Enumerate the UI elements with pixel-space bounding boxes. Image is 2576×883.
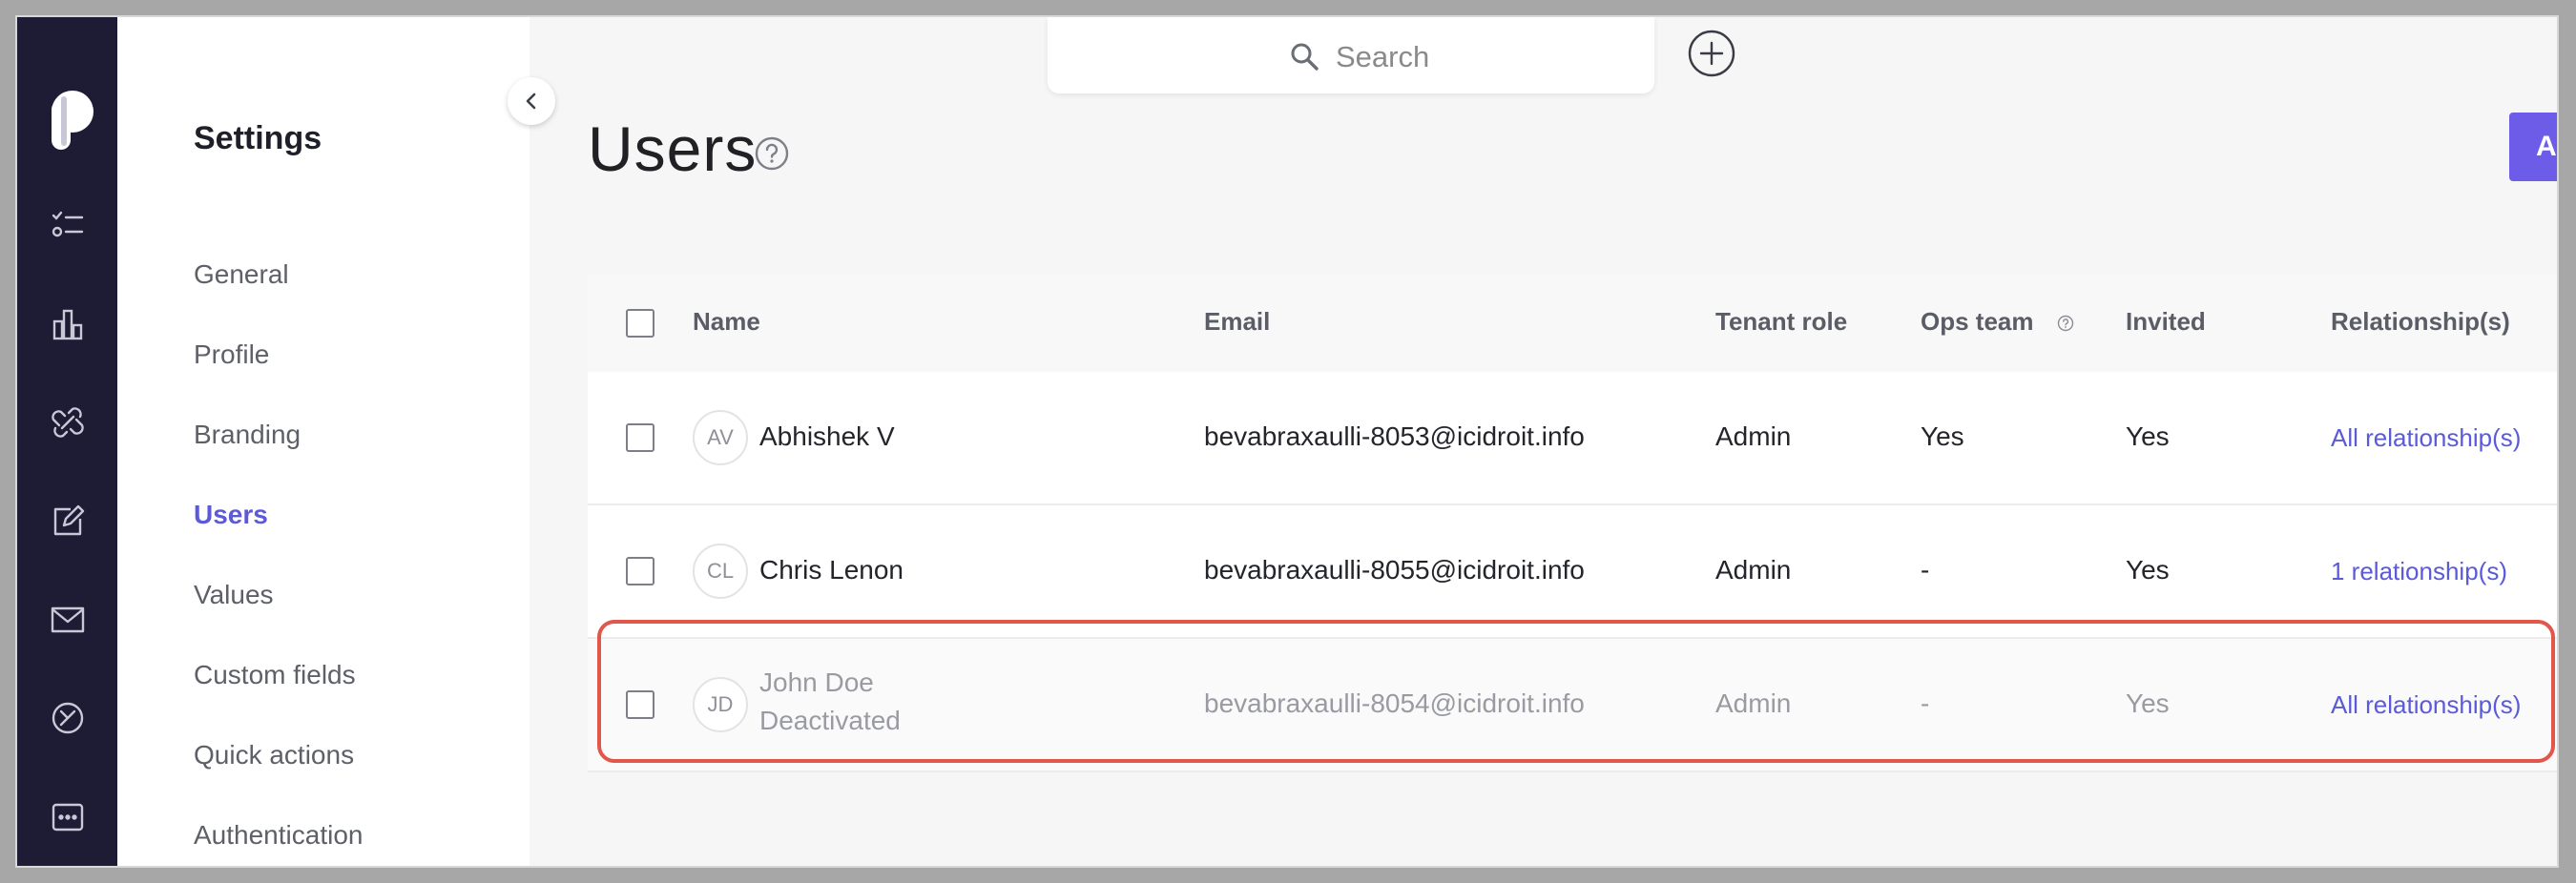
column-header-invited[interactable]: Invited <box>2126 307 2206 337</box>
avatar: AV <box>693 410 748 465</box>
user-email: bevabraxaulli-8053@icidroit.info <box>1204 421 1585 451</box>
user-invited: Yes <box>2126 688 2170 718</box>
add-button[interactable] <box>1687 29 1736 78</box>
user-ops-team: - <box>1921 688 1930 718</box>
settings-item-authentication[interactable]: Authentication <box>194 820 363 851</box>
row-checkbox[interactable] <box>626 423 654 452</box>
user-email: bevabraxaulli-8055@icidroit.info <box>1204 555 1585 585</box>
user-status: Deactivated <box>759 706 901 735</box>
add-circle-icon <box>1688 30 1735 77</box>
add-user-button[interactable]: A <box>2509 113 2557 181</box>
search-bar <box>1048 17 1654 93</box>
settings-item-quick-actions[interactable]: Quick actions <box>194 740 354 770</box>
ops-team-help-icon[interactable] <box>2057 315 2074 332</box>
user-tenant-role: Admin <box>1715 421 1792 451</box>
user-tenant-role: Admin <box>1715 555 1792 585</box>
user-ops-team: - <box>1921 555 1930 585</box>
app-window: Settings General Profile Branding Users … <box>17 17 2557 866</box>
select-all-checkbox[interactable] <box>626 309 654 338</box>
column-header-name[interactable]: Name <box>693 307 760 337</box>
icon-rail <box>17 17 117 866</box>
user-name: Chris Lenon <box>759 555 904 585</box>
row-checkbox[interactable] <box>626 690 654 719</box>
user-email: bevabraxaulli-8054@icidroit.info <box>1204 688 1585 718</box>
settings-title: Settings <box>194 120 322 156</box>
user-name: John Doe <box>759 667 874 697</box>
analytics-icon[interactable] <box>50 306 86 342</box>
settings-sidebar: Settings General Profile Branding Users … <box>117 17 530 866</box>
tasks-icon[interactable] <box>50 208 86 244</box>
logo-icon[interactable] <box>40 89 95 152</box>
settings-item-values[interactable]: Values <box>194 580 274 610</box>
user-invited: Yes <box>2126 421 2170 451</box>
table-row[interactable]: JD John Doe Deactivated bevabraxaulli-80… <box>588 639 2557 772</box>
column-header-tenant-role[interactable]: Tenant role <box>1715 307 1847 337</box>
avatar: JD <box>693 677 748 732</box>
settings-item-general[interactable]: General <box>194 259 289 290</box>
search-icon <box>1291 43 1319 71</box>
page-title: Users <box>588 113 758 184</box>
table-row[interactable]: AV Abhishek V bevabraxaulli-8053@icidroi… <box>588 372 2557 505</box>
row-checkbox[interactable] <box>626 557 654 585</box>
settings-item-users[interactable]: Users <box>194 500 268 530</box>
user-name: Abhishek V <box>759 421 895 451</box>
column-header-ops-team[interactable]: Ops team <box>1921 307 2034 337</box>
column-header-relationships[interactable]: Relationship(s) <box>2331 307 2510 337</box>
search-input[interactable] <box>1334 38 1624 76</box>
collapse-sidebar-button[interactable] <box>508 77 555 125</box>
table-row[interactable]: CL Chris Lenon bevabraxaulli-8055@icidro… <box>588 505 2557 639</box>
edit-icon[interactable] <box>50 503 86 540</box>
table-header: Name Email Tenant role Ops team Invited … <box>588 275 2557 374</box>
user-invited: Yes <box>2126 555 2170 585</box>
settings-item-custom-fields[interactable]: Custom fields <box>194 660 356 690</box>
column-header-email[interactable]: Email <box>1204 307 1270 337</box>
links-icon[interactable] <box>50 404 86 441</box>
user-ops-team: Yes <box>1921 421 1964 451</box>
settings-item-branding[interactable]: Branding <box>194 420 301 450</box>
user-relationships-link[interactable]: All relationship(s) <box>2331 423 2521 453</box>
blocked-icon[interactable] <box>50 700 86 736</box>
help-icon[interactable] <box>754 135 790 172</box>
settings-item-profile[interactable]: Profile <box>194 339 269 370</box>
avatar: CL <box>693 544 748 599</box>
more-icon[interactable] <box>50 799 86 835</box>
user-tenant-role: Admin <box>1715 688 1792 718</box>
collapse-chevron-icon <box>526 92 536 110</box>
mail-icon[interactable] <box>50 602 86 638</box>
user-relationships-link[interactable]: All relationship(s) <box>2331 690 2521 720</box>
user-relationships-link[interactable]: 1 relationship(s) <box>2331 557 2507 586</box>
